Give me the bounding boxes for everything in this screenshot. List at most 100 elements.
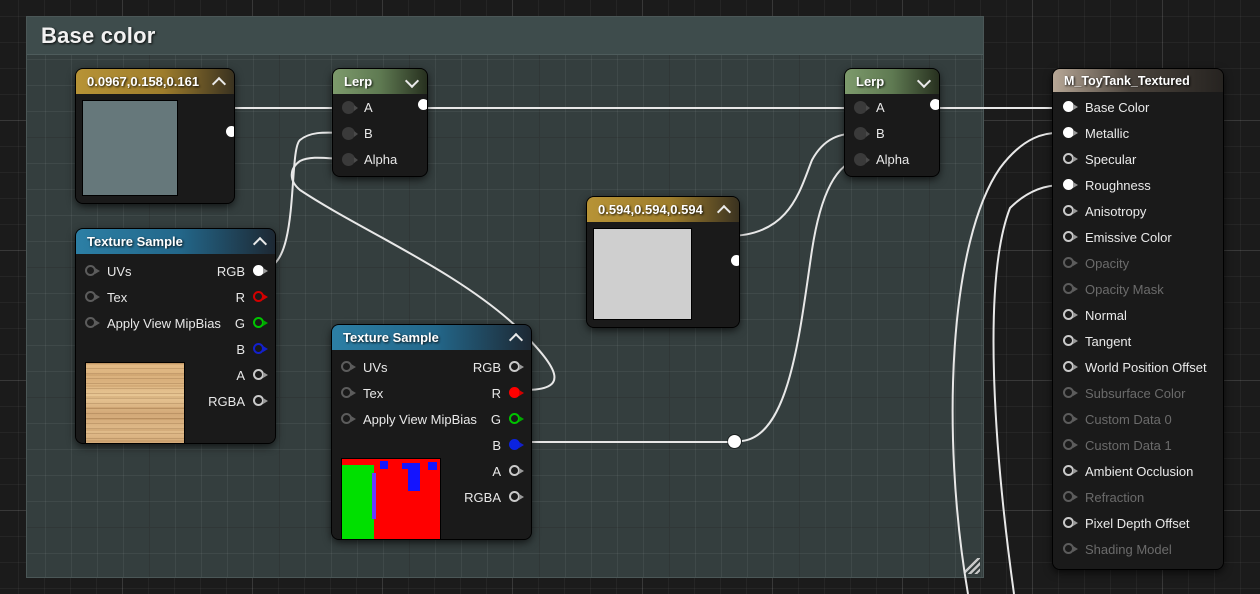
material-input-pin[interactable] bbox=[1063, 308, 1078, 322]
input-pin-uvs[interactable] bbox=[341, 360, 356, 374]
material-pin-row[interactable]: Base Color bbox=[1053, 94, 1223, 120]
material-pin-row[interactable]: Anisotropy bbox=[1053, 198, 1223, 224]
input-row-a[interactable]: A bbox=[342, 94, 397, 120]
material-pin-row[interactable]: Specular bbox=[1053, 146, 1223, 172]
material-graph-canvas[interactable]: Base color 0.0967,0.158,0.161 Lerp A B A… bbox=[0, 0, 1260, 594]
output-row-g[interactable]: G bbox=[208, 310, 268, 336]
material-input-pin[interactable] bbox=[1063, 282, 1078, 296]
node-header[interactable]: M_ToyTank_Textured bbox=[1053, 69, 1223, 92]
output-pin-g[interactable] bbox=[509, 412, 524, 426]
node-header[interactable]: Texture Sample bbox=[332, 325, 531, 350]
input-pin-tex[interactable] bbox=[85, 290, 100, 304]
input-row-tex[interactable]: Tex bbox=[85, 284, 221, 310]
material-input-pin[interactable] bbox=[1063, 152, 1078, 166]
output-pin-rgba[interactable] bbox=[253, 394, 268, 408]
input-pin-alpha[interactable] bbox=[342, 152, 358, 166]
material-input-pin[interactable] bbox=[1063, 204, 1078, 218]
node-header[interactable]: Texture Sample bbox=[76, 229, 275, 254]
input-row-mipbias[interactable]: Apply View MipBias bbox=[341, 406, 477, 432]
material-input-pin[interactable] bbox=[1063, 542, 1078, 556]
material-pin-row[interactable]: Normal bbox=[1053, 302, 1223, 328]
material-pin-row[interactable]: Opacity Mask bbox=[1053, 276, 1223, 302]
chevron-up-icon[interactable] bbox=[212, 75, 226, 89]
texture-thumbnail-mask[interactable] bbox=[341, 458, 441, 539]
chevron-up-icon[interactable] bbox=[253, 235, 267, 249]
output-row-rgb[interactable]: RGB bbox=[464, 354, 524, 380]
output-row-rgb[interactable]: RGB bbox=[208, 258, 268, 284]
input-row-uvs[interactable]: UVs bbox=[85, 258, 221, 284]
material-input-pin[interactable] bbox=[1063, 386, 1078, 400]
output-row-rgba[interactable]: RGBA bbox=[464, 484, 524, 510]
input-row-b[interactable]: B bbox=[342, 120, 397, 146]
output-row-a[interactable]: A bbox=[208, 362, 268, 388]
material-input-pin[interactable] bbox=[1063, 438, 1078, 452]
material-pin-row[interactable]: Tangent bbox=[1053, 328, 1223, 354]
material-pin-row[interactable]: World Position Offset bbox=[1053, 354, 1223, 380]
material-pin-row[interactable]: Shading Model bbox=[1053, 536, 1223, 562]
output-pin-b[interactable] bbox=[253, 342, 268, 356]
output-pin-rgba[interactable] bbox=[509, 490, 524, 504]
material-pin-row[interactable]: Ambient Occlusion bbox=[1053, 458, 1223, 484]
input-row-uvs[interactable]: UVs bbox=[341, 354, 477, 380]
node-texture-sample-wood[interactable]: Texture Sample UVs Tex Apply View MipBia… bbox=[76, 229, 275, 443]
output-pin-r[interactable] bbox=[253, 290, 268, 304]
node-lerp-2[interactable]: Lerp A B Alpha bbox=[845, 69, 939, 176]
input-pin-tex[interactable] bbox=[341, 386, 356, 400]
chevron-down-icon[interactable] bbox=[405, 75, 419, 89]
material-pin-row[interactable]: Custom Data 0 bbox=[1053, 406, 1223, 432]
input-pin-a[interactable] bbox=[342, 100, 358, 114]
output-row-r[interactable]: R bbox=[208, 284, 268, 310]
input-pin-uvs[interactable] bbox=[85, 264, 100, 278]
color-swatch[interactable] bbox=[593, 228, 692, 320]
material-pin-row[interactable]: Emissive Color bbox=[1053, 224, 1223, 250]
output-pin-g[interactable] bbox=[253, 316, 268, 330]
material-input-pin[interactable] bbox=[1063, 178, 1078, 192]
node-texture-sample-mask[interactable]: Texture Sample UVs Tex Apply View MipBia… bbox=[332, 325, 531, 539]
output-pin-rgb[interactable] bbox=[509, 360, 524, 374]
input-row-a[interactable]: A bbox=[854, 94, 909, 120]
comment-resize-handle[interactable] bbox=[964, 558, 980, 574]
material-input-pin[interactable] bbox=[1063, 334, 1078, 348]
comment-header[interactable]: Base color bbox=[27, 17, 983, 55]
output-pin-rgb[interactable] bbox=[253, 264, 268, 278]
output-row-b[interactable]: B bbox=[464, 432, 524, 458]
input-pin-apply-view-mipbias[interactable] bbox=[85, 316, 100, 330]
material-input-pin[interactable] bbox=[1063, 516, 1078, 530]
material-input-pin[interactable] bbox=[1063, 412, 1078, 426]
output-pin-a[interactable] bbox=[253, 368, 268, 382]
material-pin-row[interactable]: Metallic bbox=[1053, 120, 1223, 146]
input-pin-b[interactable] bbox=[854, 126, 870, 140]
node-material-output[interactable]: M_ToyTank_Textured Base Color Metallic Spe… bbox=[1053, 69, 1223, 569]
input-row-b[interactable]: B bbox=[854, 120, 909, 146]
input-row-alpha[interactable]: Alpha bbox=[854, 146, 909, 172]
material-pin-row[interactable]: Opacity bbox=[1053, 250, 1223, 276]
material-input-pin[interactable] bbox=[1063, 100, 1078, 114]
color-swatch[interactable] bbox=[82, 100, 178, 196]
material-pin-row[interactable]: Subsurface Color bbox=[1053, 380, 1223, 406]
material-pin-row[interactable]: Roughness bbox=[1053, 172, 1223, 198]
material-pin-row[interactable]: Custom Data 1 bbox=[1053, 432, 1223, 458]
node-constant-base-color[interactable]: 0.0967,0.158,0.161 bbox=[76, 69, 234, 203]
output-pin-a[interactable] bbox=[509, 464, 524, 478]
input-pin-apply-view-mipbias[interactable] bbox=[341, 412, 356, 426]
node-header[interactable]: 0.0967,0.158,0.161 bbox=[76, 69, 234, 94]
material-input-pin[interactable] bbox=[1063, 464, 1078, 478]
output-pin-b[interactable] bbox=[509, 438, 524, 452]
input-pin-b[interactable] bbox=[342, 126, 358, 140]
chevron-up-icon[interactable] bbox=[509, 331, 523, 345]
input-pin-a[interactable] bbox=[854, 100, 870, 114]
output-pin-r[interactable] bbox=[509, 386, 524, 400]
output-row-rgba[interactable]: RGBA bbox=[208, 388, 268, 414]
material-pin-row[interactable]: Refraction bbox=[1053, 484, 1223, 510]
node-header[interactable]: Lerp bbox=[845, 69, 939, 94]
chevron-down-icon[interactable] bbox=[917, 75, 931, 89]
node-lerp-1[interactable]: Lerp A B Alpha bbox=[333, 69, 427, 176]
material-input-pin[interactable] bbox=[1063, 360, 1078, 374]
node-header[interactable]: Lerp bbox=[333, 69, 427, 94]
output-row-r[interactable]: R bbox=[464, 380, 524, 406]
output-row-a[interactable]: A bbox=[464, 458, 524, 484]
material-pin-row[interactable]: Pixel Depth Offset bbox=[1053, 510, 1223, 536]
node-header[interactable]: 0.594,0.594,0.594 bbox=[587, 197, 739, 222]
reroute-node[interactable] bbox=[728, 435, 741, 448]
input-row-mipbias[interactable]: Apply View MipBias bbox=[85, 310, 221, 336]
